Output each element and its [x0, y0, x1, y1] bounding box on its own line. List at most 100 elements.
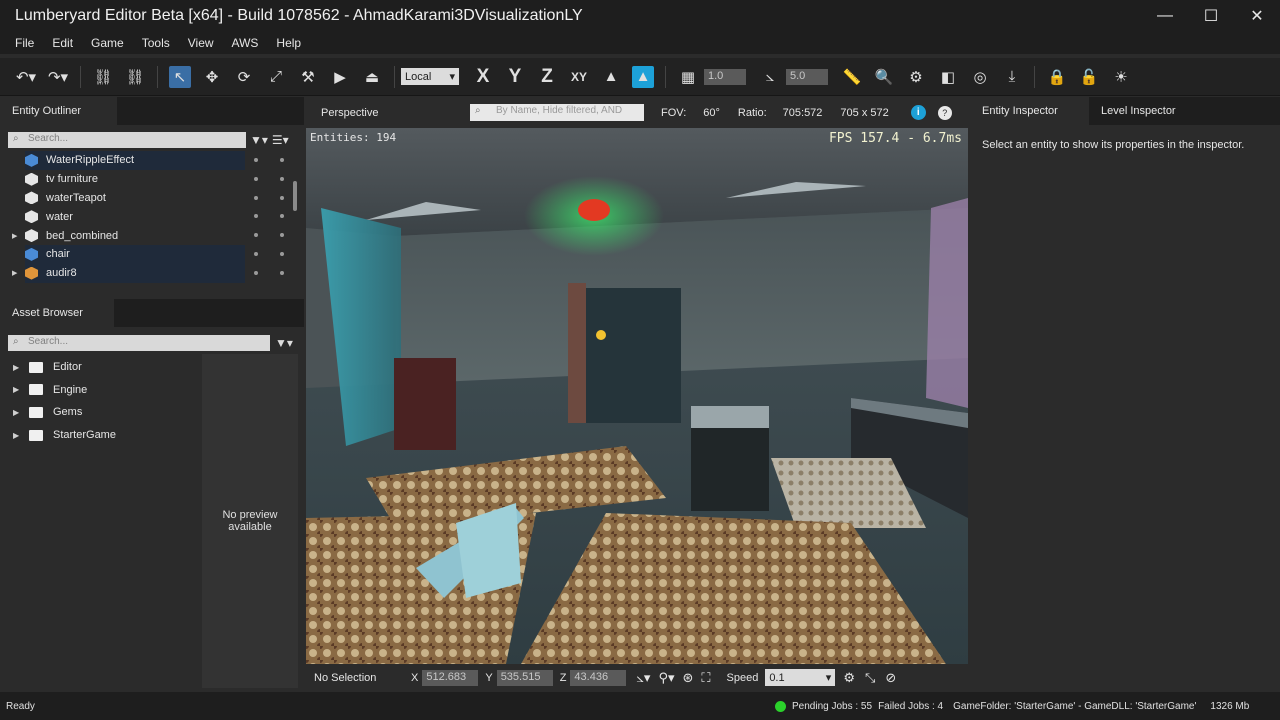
expand-arrow-icon[interactable]: ▶	[13, 408, 19, 417]
entity-row[interactable]: WaterRippleEffect	[25, 151, 284, 170]
ruler-icon[interactable]: 📏	[836, 63, 868, 91]
scale-icon[interactable]: ⤡	[865, 670, 875, 686]
axis-x-button[interactable]: X	[467, 63, 499, 91]
menu-help[interactable]: Help	[267, 36, 310, 50]
grid-snap-icon[interactable]: ▦	[672, 63, 704, 91]
resolution-value[interactable]: 705 x 572	[840, 107, 888, 119]
simulate-icon[interactable]: ⏏	[356, 63, 388, 91]
grid-snap-icon[interactable]: ⦣▾	[636, 670, 650, 686]
visibility-dot-icon[interactable]	[254, 251, 258, 256]
camera-icon[interactable]: ⊛	[682, 670, 693, 686]
lock-dot-icon[interactable]	[280, 233, 284, 238]
viewport-search-input[interactable]: ⌕ By Name, Hide filtered, AND	[470, 104, 644, 121]
scene-view[interactable]: Entities: 194 FPS 157.4 - 6.7ms	[306, 128, 968, 664]
entity-row[interactable]: chair	[25, 244, 284, 264]
sun-icon[interactable]: ☀	[1105, 63, 1137, 91]
info-icon[interactable]: i	[910, 105, 926, 120]
help-icon[interactable]: ?	[937, 105, 952, 120]
axis-xy-button[interactable]: XY	[563, 63, 595, 91]
visibility-dot-icon[interactable]	[254, 195, 258, 200]
link-icon[interactable]: ⛓	[87, 63, 119, 91]
entity-row[interactable]: ▶ bed_combined	[12, 226, 284, 245]
lock-dot-icon[interactable]	[280, 158, 284, 162]
visibility-dot-icon[interactable]	[254, 270, 258, 275]
object-snap-icon[interactable]: ▲	[632, 65, 654, 88]
angle-snap-icon[interactable]: ⚲▾	[658, 670, 674, 686]
tab-level-inspector[interactable]: Level Inspector	[1089, 97, 1208, 125]
zoom-selection-icon[interactable]: 🔍	[868, 63, 900, 91]
menu-view[interactable]: View	[179, 36, 223, 50]
axis-z-button[interactable]: Z	[531, 63, 563, 91]
rotate-tool-icon[interactable]: ⟳	[228, 63, 260, 91]
angle-snap-input[interactable]: 5.0	[786, 68, 828, 85]
lock-dot-icon[interactable]	[280, 176, 284, 181]
entity-row[interactable]: ▶ audir8	[12, 263, 284, 283]
play-game-icon[interactable]: ▶	[324, 63, 356, 91]
visibility-dot-icon[interactable]	[254, 176, 258, 181]
folder-engine[interactable]: ▶ Engine	[0, 379, 200, 402]
lock-dot-icon[interactable]	[280, 214, 284, 219]
material-icon[interactable]: ◧	[932, 63, 964, 91]
no-collision-icon[interactable]: ⊘	[885, 670, 896, 686]
menu-file[interactable]: File	[6, 36, 43, 50]
expand-arrow-icon[interactable]: ▶	[12, 269, 17, 277]
entity-row[interactable]: waterTeapot	[25, 189, 284, 208]
undo-icon[interactable]: ↶▾	[10, 63, 42, 91]
menu-tools[interactable]: Tools	[133, 36, 179, 50]
menu-edit[interactable]: Edit	[43, 36, 82, 50]
entity-row[interactable]: water	[25, 207, 284, 226]
camera-label[interactable]: Perspective	[306, 107, 470, 119]
move-tool-icon[interactable]: ✥	[196, 63, 228, 91]
select-tool-icon[interactable]: ↖	[169, 65, 191, 88]
expand-arrow-icon[interactable]: ▶	[13, 385, 19, 394]
lock-dot-icon[interactable]	[280, 270, 284, 275]
tab-entity-inspector[interactable]: Entity Inspector	[970, 97, 1089, 125]
filter-icon[interactable]: ▼▾	[250, 133, 268, 147]
y-coordinate-input[interactable]: 535.515	[496, 669, 553, 686]
menu-aws[interactable]: AWS	[223, 36, 268, 50]
terrain-snap-icon[interactable]: ▲	[595, 63, 627, 91]
visibility-dot-icon[interactable]	[254, 214, 258, 219]
folder-gems[interactable]: ▶ Gems	[0, 401, 200, 424]
maximize-icon[interactable]: ☐	[1188, 0, 1234, 32]
expand-arrow-icon[interactable]: ▶	[12, 232, 17, 240]
fit-view-icon[interactable]: ⛶	[701, 670, 710, 686]
lock-dot-icon[interactable]	[280, 195, 284, 200]
grid-snap-input[interactable]: 1.0	[704, 68, 746, 85]
entity-row[interactable]: tv furniture	[25, 170, 284, 189]
physics-icon[interactable]: ⚙	[900, 63, 932, 91]
filter-icon[interactable]: ▼▾	[275, 336, 293, 350]
minimize-icon[interactable]: —	[1142, 0, 1188, 32]
scale-tool-icon[interactable]: ⤢	[260, 63, 292, 91]
expand-arrow-icon[interactable]: ▶	[13, 431, 19, 440]
sort-icon[interactable]: ☰▾	[272, 133, 289, 147]
speed-dropdown[interactable]: 0.1 ▾	[765, 669, 836, 686]
tab-asset-browser[interactable]: Asset Browser	[0, 299, 114, 327]
ratio-value[interactable]: 705:572	[783, 107, 823, 119]
gear-icon[interactable]: ⚙	[843, 670, 855, 686]
visibility-dot-icon[interactable]	[254, 158, 258, 162]
outliner-scrollbar[interactable]	[293, 181, 297, 211]
menu-game[interactable]: Game	[82, 36, 133, 50]
console-icon[interactable]: ◎	[964, 63, 996, 91]
expand-arrow-icon[interactable]: ▶	[13, 363, 19, 372]
terrain-tool-icon[interactable]: ⚒	[292, 63, 324, 91]
tab-entity-outliner[interactable]: Entity Outliner	[0, 97, 117, 125]
asset-search-input[interactable]: ⌕ Search...	[8, 335, 270, 351]
unlock-icon[interactable]: 🔓	[1073, 63, 1105, 91]
coordinate-system-dropdown[interactable]: Local ▾	[401, 68, 459, 85]
export-icon[interactable]: ⤓	[996, 63, 1028, 91]
fov-value[interactable]: 60°	[703, 107, 720, 119]
angle-snap-icon[interactable]: ⦣	[754, 63, 786, 91]
close-icon[interactable]: ✕	[1234, 0, 1280, 32]
z-coordinate-input[interactable]: 43.436	[570, 669, 627, 686]
x-coordinate-input[interactable]: 512.683	[422, 669, 479, 686]
outliner-search-input[interactable]: ⌕ Search...	[8, 132, 246, 148]
folder-editor[interactable]: ▶ Editor	[0, 356, 200, 379]
redo-icon[interactable]: ↷▾	[42, 63, 74, 91]
folder-startergame[interactable]: ▶ StarterGame	[0, 424, 200, 447]
visibility-dot-icon[interactable]	[254, 233, 258, 238]
axis-y-button[interactable]: Y	[499, 63, 531, 91]
lock-icon[interactable]: 🔒	[1041, 63, 1073, 91]
unlink-icon[interactable]: ⛓	[119, 63, 151, 91]
